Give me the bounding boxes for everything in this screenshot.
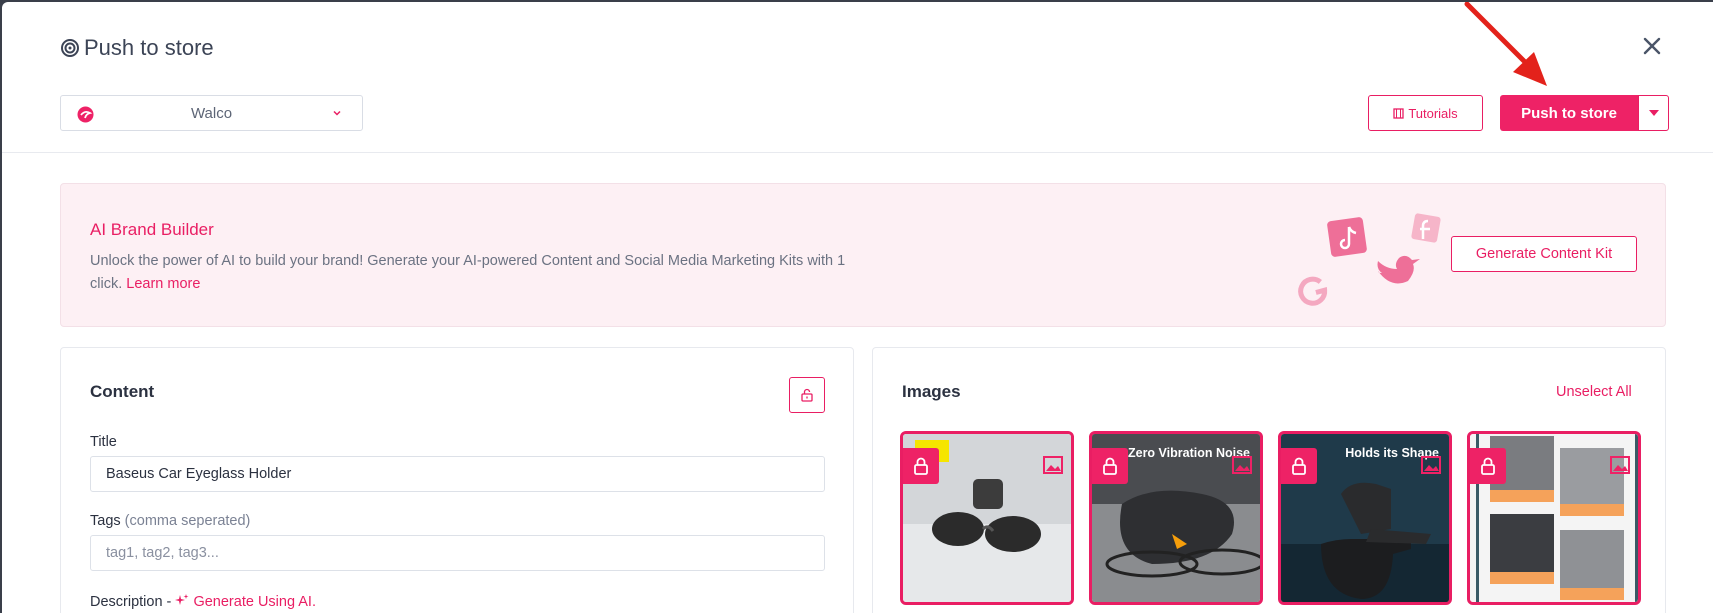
tags-label-text: Tags (90, 513, 121, 529)
image-lock-button[interactable] (903, 448, 939, 484)
lock-icon (1103, 457, 1117, 475)
images-card: Images Unselect All Zero Vibration Noise… (872, 347, 1666, 613)
modal-title: Push to store (60, 35, 214, 61)
image-thumb[interactable]: Holds its Shape (1278, 431, 1452, 605)
content-card-title: Content (90, 382, 155, 401)
unselect-all-link[interactable]: Unselect All (1556, 384, 1632, 400)
image-icon (1043, 456, 1063, 474)
generate-using-ai-link[interactable]: Generate Using AI. (193, 594, 316, 610)
facebook-icon (1411, 213, 1441, 243)
description-label-text: Description - (90, 594, 172, 610)
modal-header: Push to store Walco Tutorials Push to st… (2, 2, 1713, 153)
unlock-icon (801, 388, 813, 402)
title-label: Title (90, 434, 117, 450)
store-select[interactable]: Walco (60, 95, 363, 131)
generate-content-kit-button[interactable]: Generate Content Kit (1451, 236, 1637, 272)
lock-icon (1481, 457, 1495, 475)
modal-title-text: Push to store (84, 35, 214, 60)
tags-hint: (comma seperated) (124, 513, 251, 529)
image-lock-button[interactable] (1092, 448, 1128, 484)
image-icon (1610, 456, 1630, 474)
image-lock-button[interactable] (1470, 448, 1506, 484)
twitter-icon (1377, 255, 1420, 284)
description-label: Description - Generate Using AI. (90, 594, 316, 610)
image-thumb[interactable] (900, 431, 1074, 605)
tags-input[interactable]: tag1, tag2, tag3... (90, 535, 825, 571)
caret-down-icon (1648, 110, 1659, 116)
chevron-down-icon (333, 110, 341, 116)
images-card-title: Images (902, 382, 961, 401)
social-icons-illustration (1298, 213, 1441, 306)
image-lock-button[interactable] (1281, 448, 1317, 484)
image-thumb[interactable]: Zero Vibration Noise (1089, 431, 1263, 605)
sparkle-icon (175, 594, 189, 605)
lock-icon (1292, 457, 1306, 475)
content-card: Content Title Baseus Car Eyeglass Holder… (60, 347, 854, 613)
google-icon (1298, 276, 1328, 306)
image-icon (1232, 456, 1252, 474)
image-icon (1421, 456, 1441, 474)
tiktok-icon (1327, 217, 1367, 257)
learn-more-link[interactable]: Learn more (126, 276, 200, 292)
target-icon (61, 39, 79, 57)
tutorials-button[interactable]: Tutorials (1368, 95, 1483, 131)
title-input[interactable]: Baseus Car Eyeglass Holder (90, 456, 825, 492)
generate-content-kit-label: Generate Content Kit (1475, 246, 1613, 262)
lock-icon (914, 457, 928, 475)
image-thumb[interactable] (1467, 431, 1641, 605)
tags-label: Tags (comma seperated) (90, 513, 250, 529)
tutorials-label: Tutorials (1408, 105, 1458, 121)
push-options-dropdown[interactable] (1638, 95, 1669, 131)
push-to-store-label: Push to store (1521, 104, 1617, 122)
ai-brand-builder-banner: AI Brand Builder Unlock the power of AI … (60, 183, 1666, 327)
push-to-store-modal: Push to store Walco Tutorials Push to st… (2, 2, 1713, 613)
push-to-store-button[interactable]: Push to store (1500, 95, 1638, 131)
content-lock-button[interactable] (789, 377, 825, 413)
film-icon (1393, 107, 1404, 119)
banner-title: AI Brand Builder (90, 220, 214, 239)
banner-description: Unlock the power of AI to build your bra… (90, 253, 846, 292)
store-select-value: Walco (190, 104, 233, 122)
annotation-arrow (1464, 2, 1547, 86)
close-icon[interactable] (1638, 32, 1666, 60)
banner-text: Unlock the power of AI to build your bra… (90, 250, 850, 296)
